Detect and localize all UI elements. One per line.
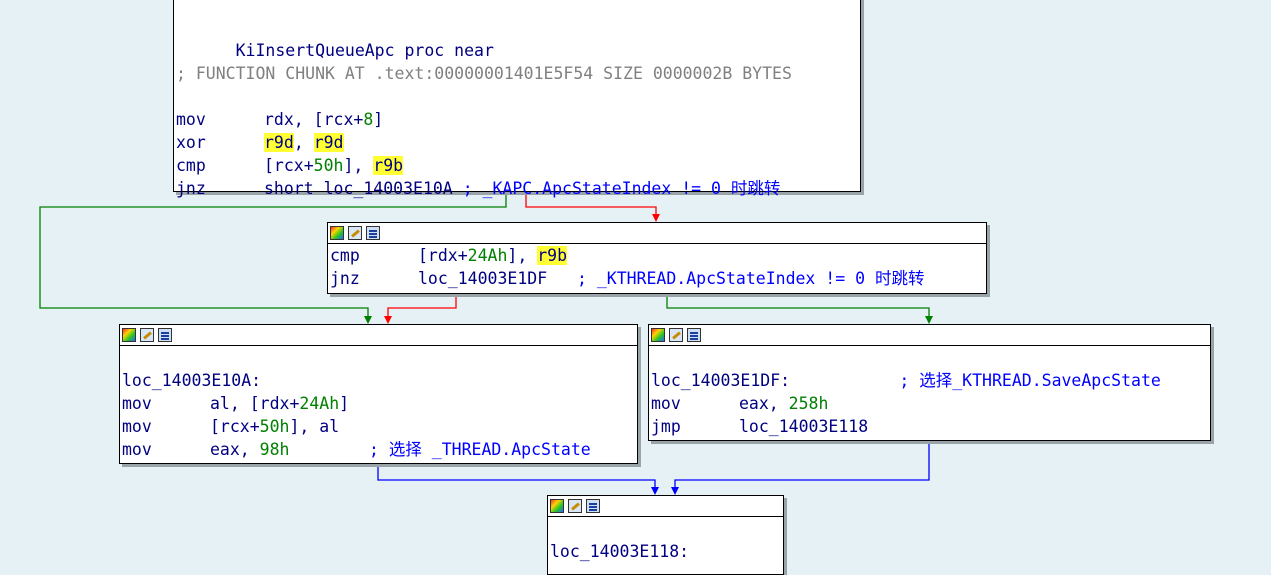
mnemonic: mov xyxy=(122,417,152,436)
code-label[interactable]: loc_14003E10A: xyxy=(122,369,635,392)
comment: ; _KTHREAD.ApcStateIndex != 0 时跳转 xyxy=(576,269,925,288)
asm-line[interactable]: cmp [rcx+50h], r9b xyxy=(176,154,858,177)
register-highlight[interactable]: r9b xyxy=(537,246,568,265)
node-color-icon[interactable] xyxy=(550,499,564,513)
rename-node-icon[interactable] xyxy=(140,328,154,342)
proc-declaration[interactable]: KiInsertQueueApc proc near xyxy=(176,16,858,60)
mnemonic: xor xyxy=(176,133,206,152)
graph-node-apcstate-check[interactable]: cmp [rdx+24Ah], r9b jnz loc_14003E1DF ; _K… xyxy=(327,222,987,294)
group-nodes-icon[interactable] xyxy=(687,328,701,342)
mnemonic: mov xyxy=(651,394,681,413)
edge-mid-to-right[interactable] xyxy=(666,294,930,320)
comment: ; _KAPC.ApcStateIndex != 0 时跳转 xyxy=(462,179,781,198)
asm-line[interactable]: mov eax, 258h xyxy=(651,392,1208,415)
node-toolbar xyxy=(649,325,1210,346)
node-color-icon[interactable] xyxy=(651,328,665,342)
group-nodes-icon[interactable] xyxy=(158,328,172,342)
code-label[interactable]: loc_14003E118: xyxy=(550,540,781,563)
register-highlight[interactable]: r9b xyxy=(373,156,404,175)
mnemonic: mov xyxy=(122,394,152,413)
rename-node-icon[interactable] xyxy=(568,499,582,513)
mnemonic: cmp xyxy=(330,246,360,265)
asm-line[interactable]: mov al, [rdx+24Ah] xyxy=(122,392,635,415)
node-toolbar xyxy=(328,223,986,244)
mnemonic: jnz xyxy=(176,179,206,198)
mnemonic: mov xyxy=(122,440,152,459)
graph-node-loc-14003e1df[interactable]: loc_14003E1DF: ; 选择_KTHREAD.SaveApcState… xyxy=(648,324,1211,441)
asm-line[interactable]: mov [rcx+50h], al xyxy=(122,415,635,438)
code-label-line[interactable]: loc_14003E1DF: ; 选择_KTHREAD.SaveApcState xyxy=(651,369,1208,392)
node-toolbar xyxy=(548,496,783,517)
asm-line[interactable]: jnz short loc_14003E10A ; _KAPC.ApcStateI… xyxy=(176,177,858,200)
comment: ; 选择 _THREAD.ApcState xyxy=(368,440,591,459)
proc-keyword: proc near xyxy=(404,41,494,60)
edge-mid-to-left[interactable] xyxy=(387,294,457,320)
edge-left-to-bottom[interactable] xyxy=(377,464,656,491)
group-nodes-icon[interactable] xyxy=(586,499,600,513)
node-toolbar xyxy=(120,325,637,346)
jump-target[interactable]: loc_14003E1DF xyxy=(418,269,577,288)
function-chunk-comment: ; FUNCTION CHUNK AT .text:00000001401E5F… xyxy=(176,64,792,83)
group-nodes-icon[interactable] xyxy=(366,226,380,240)
asm-line[interactable]: xor r9d, r9d xyxy=(176,131,858,154)
mnemonic: cmp xyxy=(176,156,206,175)
asm-line[interactable]: mov eax, 98h ; 选择 _THREAD.ApcState xyxy=(122,438,635,461)
mnemonic: mov xyxy=(176,110,206,129)
mnemonic: jnz xyxy=(330,269,360,288)
asm-line[interactable]: cmp [rdx+24Ah], r9b xyxy=(330,244,984,267)
partial-line xyxy=(176,0,858,16)
mnemonic: jmp xyxy=(651,417,681,436)
code-label[interactable]: loc_14003E1DF: xyxy=(651,371,790,390)
proc-name[interactable]: KiInsertQueueApc xyxy=(236,41,395,60)
comment: ; 选择_KTHREAD.SaveApcState xyxy=(899,371,1161,390)
rename-node-icon[interactable] xyxy=(669,328,683,342)
register-highlight[interactable]: r9d xyxy=(313,133,344,152)
asm-line[interactable]: jmp loc_14003E118 xyxy=(651,415,1208,438)
jump-target[interactable]: short loc_14003E10A xyxy=(264,179,463,198)
asm-line[interactable]: mov rdx, [rcx+8] xyxy=(176,108,858,131)
node-color-icon[interactable] xyxy=(330,226,344,240)
node-color-icon[interactable] xyxy=(122,328,136,342)
edge-right-to-bottom[interactable] xyxy=(674,441,930,491)
register-highlight[interactable]: r9d xyxy=(264,133,294,152)
jump-target[interactable]: loc_14003E118 xyxy=(739,417,868,436)
graph-node-loc-14003e118[interactable]: loc_14003E118: xyxy=(547,495,784,575)
asm-line[interactable]: jnz loc_14003E1DF ; _KTHREAD.ApcStateInde… xyxy=(330,267,984,290)
graph-node-loc-14003e10a[interactable]: loc_14003E10A: mov al, [rdx+24Ah] mov [rcx… xyxy=(119,324,638,464)
rename-node-icon[interactable] xyxy=(348,226,362,240)
graph-node-kiinsertqueueapc[interactable]: KiInsertQueueApc proc near ; FUNCTION CH… xyxy=(173,0,861,198)
